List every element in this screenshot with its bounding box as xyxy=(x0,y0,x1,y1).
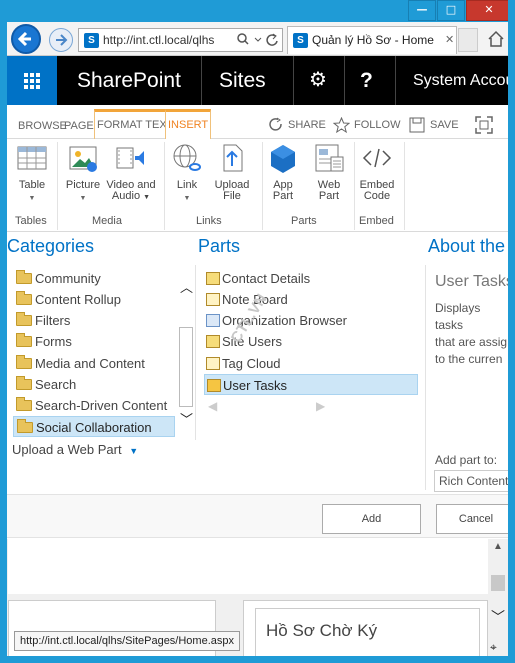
window-frame xyxy=(0,0,515,663)
